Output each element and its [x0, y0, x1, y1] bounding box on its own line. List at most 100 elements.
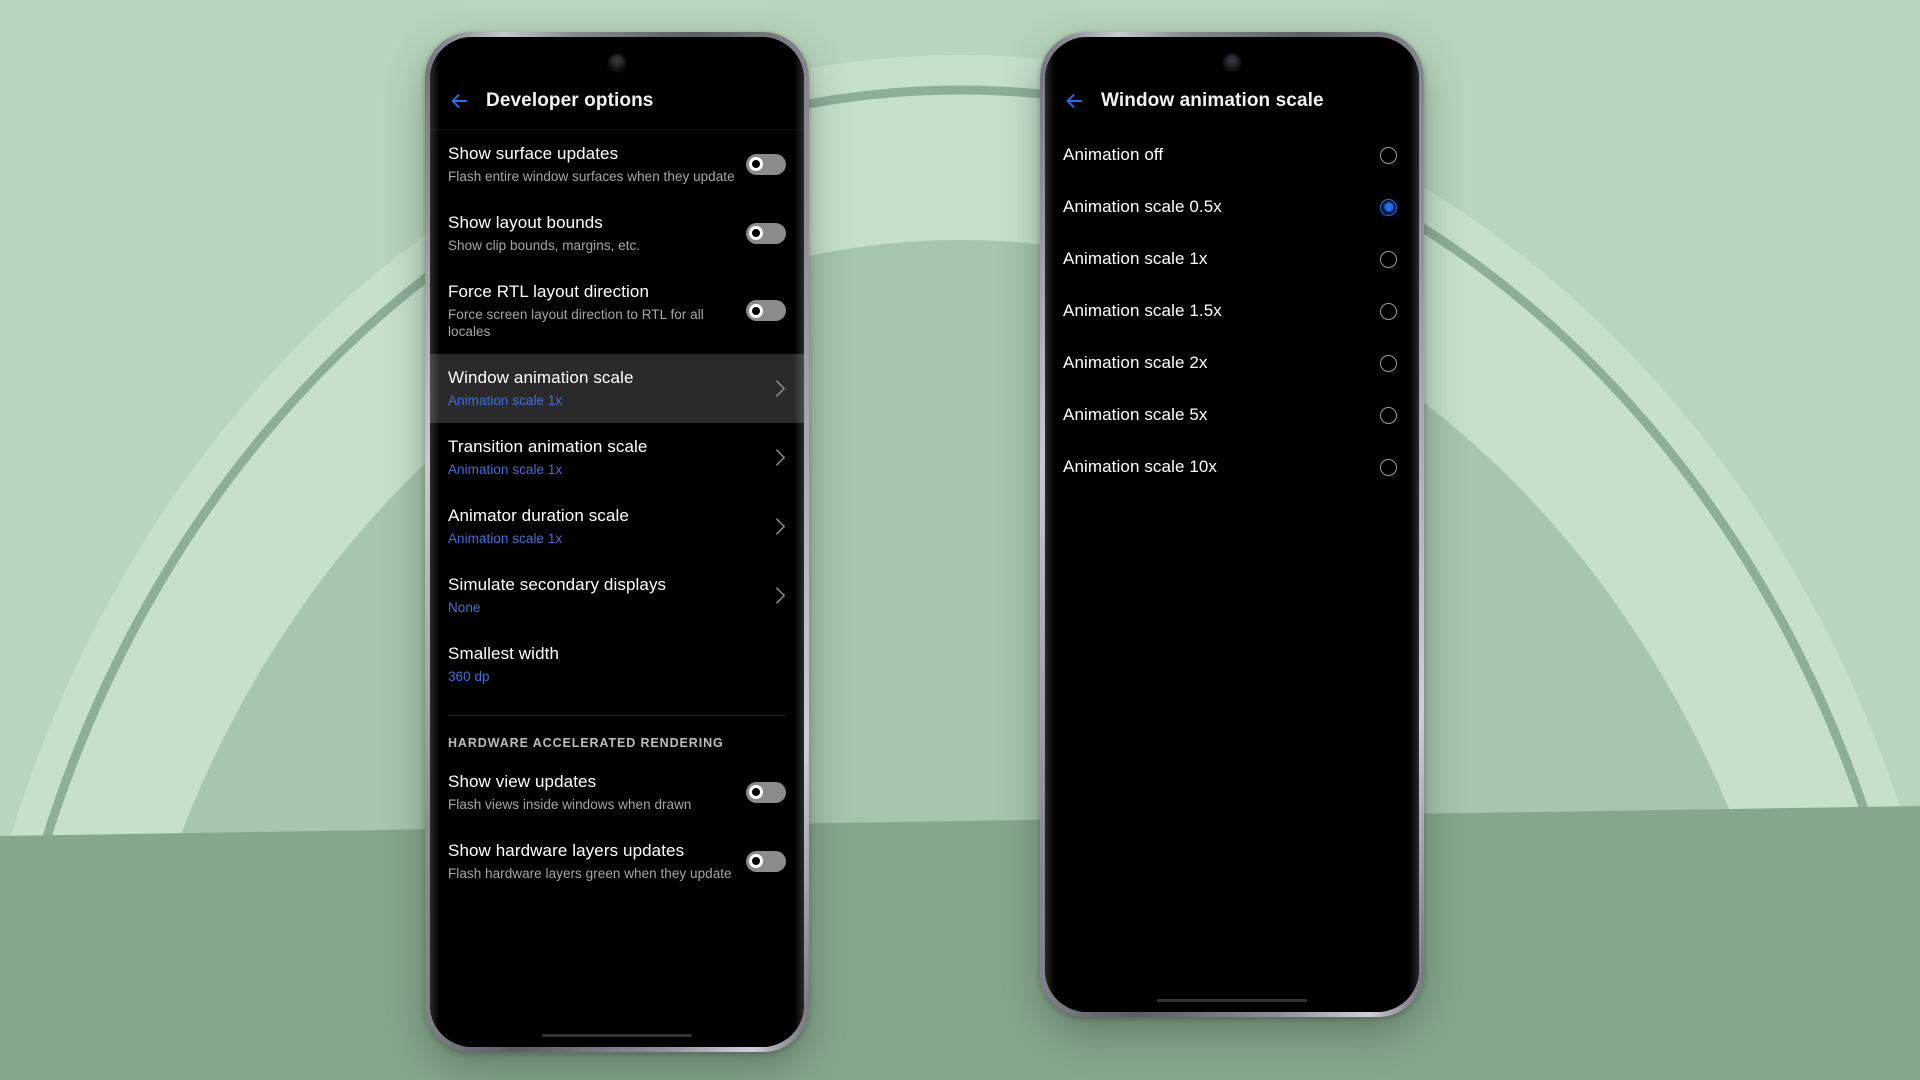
settings-row[interactable]: Transition animation scale Animation scal…: [430, 423, 804, 492]
radio-option-label: Animation scale 10x: [1063, 457, 1218, 476]
radio-option-row[interactable]: Animation off: [1045, 129, 1419, 181]
settings-row-texts: Transition animation scale Animation scal…: [448, 436, 775, 478]
settings-row-texts: Show hardware layers updates Flash hardwa…: [448, 840, 746, 882]
radio-option-row[interactable]: Animation scale 10x: [1045, 441, 1419, 493]
decorative-background: [0, 0, 1920, 1080]
chevron-right-icon[interactable]: [775, 379, 786, 398]
radio-button[interactable]: [1380, 146, 1397, 164]
phone-device-right: Window animation scale Animation off Anim…: [1040, 32, 1424, 1017]
settings-row-subtitle: Flash hardware layers green when they up…: [448, 866, 732, 881]
toggle-switch[interactable]: [746, 300, 786, 321]
toggle-switch[interactable]: [746, 781, 786, 803]
settings-row-subtitle: Animation scale 1x: [448, 531, 563, 546]
radio-option-row[interactable]: Animation scale 0.5x: [1045, 181, 1419, 233]
radio-button[interactable]: [1380, 250, 1397, 268]
settings-row[interactable]: Show layout bounds Show clip bounds, marg…: [430, 199, 804, 268]
toggle-switch[interactable]: [746, 153, 786, 175]
toggle-thumb: [749, 303, 763, 318]
settings-row-subtitle: Animation scale 1x: [448, 462, 563, 477]
settings-row-title: Window animation scale: [448, 368, 634, 387]
settings-row-texts: Force RTL layout direction Force screen l…: [448, 281, 746, 340]
chevron-right-icon[interactable]: [775, 586, 786, 605]
radio-button[interactable]: [1380, 406, 1397, 424]
settings-row-subtitle: None: [448, 600, 481, 615]
settings-row-subtitle: Show clip bounds, margins, etc.: [448, 238, 641, 253]
section-header: HARDWARE ACCELERATED RENDERING: [448, 736, 724, 750]
settings-row-subtitle: Force screen layout direction to RTL for…: [448, 307, 704, 339]
background-shapes: [0, 0, 1920, 1080]
settings-row-title: Transition animation scale: [448, 437, 648, 456]
settings-row-texts: Show view updates Flash views inside wind…: [448, 771, 746, 813]
settings-row-texts: Show layout bounds Show clip bounds, marg…: [448, 212, 746, 254]
chevron-right-icon[interactable]: [775, 517, 786, 536]
arrow-left-icon[interactable]: [448, 90, 470, 112]
screen-developer-options: Developer options Show surface updates Fl…: [430, 37, 804, 1047]
toggle-switch[interactable]: [746, 222, 786, 244]
front-camera-icon: [609, 55, 625, 70]
gesture-bar[interactable]: [1157, 999, 1307, 1002]
settings-row-title: Animator duration scale: [448, 506, 629, 525]
settings-row[interactable]: Simulate secondary displays None: [430, 561, 804, 630]
settings-row[interactable]: Force RTL layout direction Force screen l…: [430, 268, 804, 354]
page-title: Developer options: [486, 90, 654, 111]
toggle-track[interactable]: [746, 781, 786, 803]
appbar-window-animation-scale: Window animation scale: [1045, 73, 1419, 129]
list-bottom-fade: [430, 1041, 804, 1047]
radio-option-row[interactable]: Animation scale 2x: [1045, 337, 1419, 389]
settings-row-title: Show surface updates: [448, 144, 619, 163]
radio-option-row[interactable]: Animation scale 1x: [1045, 233, 1419, 285]
radio-option-row[interactable]: Animation scale 1.5x: [1045, 285, 1419, 337]
settings-row[interactable]: Show view updates Flash views inside wind…: [430, 758, 804, 827]
phone-device-left: Developer options Show surface updates Fl…: [425, 32, 809, 1052]
settings-row-title: Force RTL layout direction: [448, 282, 650, 301]
settings-row-texts: Simulate secondary displays None: [448, 574, 775, 616]
settings-row-subtitle: Flash entire window surfaces when they u…: [448, 169, 735, 184]
settings-row-title: Show layout bounds: [448, 213, 603, 232]
radio-option-label: Animation off: [1063, 145, 1164, 164]
settings-row[interactable]: Animator duration scale Animation scale 1…: [430, 492, 804, 561]
background-ground: [0, 806, 1920, 1080]
radio-button[interactable]: [1380, 302, 1397, 320]
phone-bezel-left: Developer options Show surface updates Fl…: [430, 37, 804, 1047]
radio-button[interactable]: [1380, 354, 1397, 372]
settings-row[interactable]: Show hardware layers updates Flash hardwa…: [430, 827, 804, 896]
settings-row-title: Simulate secondary displays: [448, 575, 667, 594]
toggle-track[interactable]: [746, 222, 786, 244]
phone-bezel-right: Window animation scale Animation off Anim…: [1045, 37, 1419, 1012]
toggle-track[interactable]: [746, 300, 786, 321]
radio-option-label: Animation scale 1x: [1063, 249, 1208, 268]
settings-row-title: Show view updates: [448, 772, 597, 791]
radio-button-selected[interactable]: [1380, 198, 1397, 216]
chevron-right-icon[interactable]: [775, 448, 786, 467]
toggle-thumb: [749, 785, 763, 799]
settings-row[interactable]: Window animation scale Animation scale 1x: [430, 354, 804, 423]
toggle-thumb: [749, 226, 763, 240]
settings-row-texts: Animator duration scale Animation scale 1…: [448, 505, 775, 547]
settings-row-texts: Window animation scale Animation scale 1x: [448, 367, 775, 409]
settings-row-title: Smallest width: [448, 644, 559, 663]
radio-option-label: Animation scale 2x: [1063, 353, 1208, 372]
radio-option-row[interactable]: Animation scale 5x: [1045, 389, 1419, 441]
toggle-thumb: [749, 157, 763, 171]
page-title: Window animation scale: [1101, 90, 1324, 111]
toggle-switch[interactable]: [746, 850, 786, 872]
gesture-bar[interactable]: [542, 1034, 692, 1037]
radio-option-label: Animation scale 5x: [1063, 405, 1208, 424]
animation-scale-options-list: Animation off Animation scale 0.5x Animati…: [1045, 129, 1419, 493]
arrow-left-icon[interactable]: [1063, 90, 1085, 112]
settings-row-subtitle: Flash views inside windows when drawn: [448, 797, 692, 812]
appbar-developer-options: Developer options: [430, 73, 804, 129]
toggle-track[interactable]: [746, 850, 786, 872]
settings-row[interactable]: Smallest width 360 dp: [430, 630, 804, 699]
radio-button[interactable]: [1380, 458, 1397, 476]
settings-row-title: Show hardware layers updates: [448, 841, 685, 860]
radio-option-label: Animation scale 0.5x: [1063, 197, 1222, 216]
screen-window-animation-scale: Window animation scale Animation off Anim…: [1045, 37, 1419, 1012]
settings-row-subtitle: 360 dp: [448, 669, 490, 684]
front-camera-icon: [1224, 55, 1240, 70]
settings-row-subtitle: Animation scale 1x: [448, 393, 563, 408]
settings-row[interactable]: Show surface updates Flash entire window …: [430, 130, 804, 199]
settings-row-texts: Show surface updates Flash entire window …: [448, 143, 746, 185]
radio-option-label: Animation scale 1.5x: [1063, 301, 1222, 320]
toggle-track[interactable]: [746, 153, 786, 175]
